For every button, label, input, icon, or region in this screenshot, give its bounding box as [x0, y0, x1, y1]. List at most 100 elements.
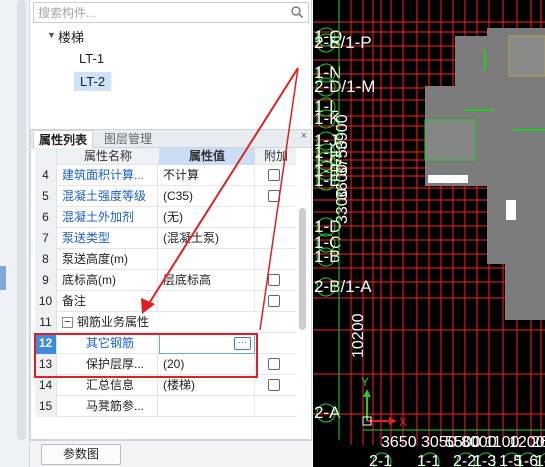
property-value[interactable]: 层底标高 [159, 270, 255, 291]
tree-node-stairs[interactable]: 楼梯 [58, 27, 84, 46]
left-dock-tab[interactable] [0, 266, 6, 290]
building-blocks [424, 28, 545, 320]
axis-label-left: 2-E/1-P [314, 33, 372, 52]
property-name: 混凝土外加剂 [58, 207, 158, 228]
table-row[interactable]: 8 泵送高度(m) [35, 249, 296, 270]
property-name: 马凳筋参... [58, 396, 158, 417]
property-group-name[interactable]: − 钢筋业务属性 [58, 312, 254, 333]
additional-cell [256, 270, 296, 291]
property-name: 汇总信息 [58, 375, 158, 396]
red-highlight-box [34, 333, 258, 378]
table-header: 属性名称 属性值 附加 [35, 148, 296, 165]
table-row[interactable]: 15 马凳筋参... [35, 396, 296, 417]
additional-checkbox[interactable] [268, 190, 280, 202]
row-number: 6 [35, 207, 57, 228]
header-corner [35, 148, 57, 165]
axis-label-left: 1-B [314, 247, 340, 266]
table-row[interactable]: 4 建筑面积计算... 不计算 [35, 165, 296, 186]
ucs-icon: X Y [361, 375, 407, 429]
table-row[interactable]: 14 汇总信息 (楼梯) [35, 375, 296, 396]
left-scrollbar[interactable] [17, 0, 26, 440]
table-row[interactable]: 5 混凝土强度等级 (C35) [35, 186, 296, 207]
dimension-label-bottom: 3650 [381, 434, 417, 451]
dimensions-bottom: 3650305055008000110012002600 [363, 429, 545, 451]
component-tree-panel: ▼ 楼梯 LT-1 LT-2 [30, 0, 312, 126]
dimension-label-left: 3900 [334, 114, 351, 150]
table-row[interactable]: 6 混凝土外加剂 (无) [35, 207, 296, 228]
row-number: 10 [35, 291, 57, 312]
additional-checkbox[interactable] [268, 379, 280, 391]
white-mark [506, 200, 516, 220]
row-number: 7 [35, 228, 57, 249]
header-additional: 附加 [263, 149, 288, 163]
property-name: 泵送类型 [58, 228, 158, 249]
additional-cell [256, 249, 296, 270]
tree-node-lt2-selected[interactable]: LT-2 [74, 72, 112, 91]
header-property-name: 属性名称 [83, 149, 132, 163]
axis-label-bottom: 1-7 [535, 453, 545, 467]
axis-label-left: 2-A [314, 403, 341, 422]
additional-checkbox[interactable] [268, 274, 280, 286]
parameter-diagram-button[interactable]: 参数图 [41, 444, 121, 465]
property-value[interactable]: (无) [159, 207, 255, 228]
table-row-group[interactable]: 11 − 钢筋业务属性 [35, 312, 296, 333]
additional-cell [256, 207, 296, 228]
header-property-value: 属性值 [159, 148, 255, 165]
tab-property-list[interactable]: 属性列表 [33, 130, 94, 149]
property-value[interactable] [159, 396, 255, 417]
ucs-x-arrow-icon [389, 417, 397, 425]
axis-label-left: 2-D/1-M [314, 77, 375, 96]
axis-label-bottom: 2-1 [369, 453, 392, 467]
white-mark [428, 175, 468, 183]
collapse-icon[interactable]: − [62, 317, 73, 329]
additional-cell [256, 375, 296, 396]
properties-panel: 属性列表 图层管理 × 属性名称 属性值 附加 4 建筑面积计算... 不计算 … [30, 129, 312, 440]
additional-checkbox[interactable] [268, 169, 280, 181]
left-dock-strip [0, 0, 30, 467]
building-block [505, 240, 545, 320]
cad-drawing-canvas[interactable]: 1-Q 2-E/1-P 1-N 2-D/1-M 1-L 1-K 1-J 1-H 1-G 1-F 1-… [313, 0, 545, 467]
property-value[interactable] [159, 291, 255, 312]
property-value[interactable]: 不计算 [159, 165, 255, 186]
axis-label-left: 2-B/1-A [314, 277, 372, 296]
axis-label-bottom: 1-1 [417, 453, 440, 467]
additional-checkbox[interactable] [268, 295, 280, 307]
property-value[interactable]: (楼梯) [159, 375, 255, 396]
additional-cell [256, 354, 296, 375]
row-number: 8 [35, 249, 57, 270]
tree-node-lt1[interactable]: LT-1 [79, 51, 104, 66]
property-name: 建筑面积计算... [58, 165, 158, 186]
table-row[interactable]: 7 泵送类型 (混凝土泵) [35, 228, 296, 249]
property-name: 混凝土强度等级 [58, 186, 158, 207]
table-row[interactable]: 10 备注 [35, 291, 296, 312]
row-number: 15 [35, 396, 57, 417]
dimension-label-left: 10200 [350, 313, 367, 358]
table-row[interactable]: 9 底标高(m) 层底标高 [35, 270, 296, 291]
axis-labels-bottom: 2-11-12-21-31-51-61-7 [369, 452, 545, 467]
row-number: 14 [35, 375, 57, 396]
search-icon[interactable] [290, 5, 304, 19]
building-block [508, 35, 545, 77]
group-label: 钢筋业务属性 [77, 315, 150, 329]
property-value[interactable]: (混凝土泵) [159, 228, 255, 249]
cad-drawing[interactable]: 1-Q2-E/1-P1-N2-D/1-M1-L1-K1-J1-H1-G1-F1-… [313, 0, 545, 467]
search-input[interactable] [38, 5, 278, 21]
building-block [424, 119, 476, 161]
properties-scrollbar[interactable] [299, 208, 306, 330]
axis-label-bottom: 1-3 [473, 453, 496, 467]
properties-tabs: 属性列表 图层管理 × [31, 130, 311, 149]
additional-cell [256, 396, 296, 417]
tab-layer-management[interactable]: 图层管理 [99, 130, 157, 148]
property-name: 备注 [58, 291, 158, 312]
property-name: 底标高(m) [58, 270, 158, 291]
row-number: 4 [35, 165, 57, 186]
property-name: 泵送高度(m) [58, 249, 158, 270]
additional-checkbox[interactable] [268, 358, 280, 370]
tree-expand-icon[interactable]: ▼ [47, 30, 56, 40]
additional-cell [256, 228, 296, 249]
property-value[interactable]: (C35) [159, 186, 255, 207]
close-icon[interactable]: × [301, 130, 307, 142]
row-number: 5 [35, 186, 57, 207]
additional-cell [256, 186, 296, 207]
property-value[interactable] [159, 249, 255, 270]
